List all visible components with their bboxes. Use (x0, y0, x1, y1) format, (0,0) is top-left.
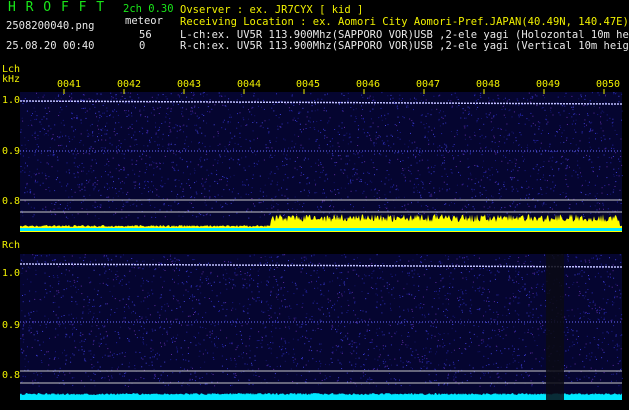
spectrogram (19, 89, 623, 400)
rch-ytick-0-9: 0.9 (2, 320, 21, 331)
lch-ytick-0-9: 0.9 (2, 146, 21, 157)
time-tick: 0047 (416, 79, 441, 90)
lch-ytick-0-8: 0.8 (2, 196, 21, 207)
time-tick: 0043 (177, 79, 202, 90)
rch-panel-baseline (20, 396, 622, 399)
time-tick: 0046 (356, 79, 381, 90)
time-tick: 0050 (596, 79, 621, 90)
time-tick: 0045 (296, 79, 321, 90)
time-tick: 0042 (117, 79, 142, 90)
rch-ytick-1-0: 1.0 (2, 268, 21, 279)
time-tick: 0044 (237, 79, 262, 90)
lch-ytick-1-0: 1.0 (2, 95, 21, 106)
time-tick: 0049 (536, 79, 561, 90)
lch-panel-background (20, 92, 622, 232)
lch-panel-baseline (20, 228, 622, 231)
rch-gap-band (546, 254, 564, 400)
time-tick: 0041 (57, 79, 82, 90)
rch-ytick-0-8: 0.8 (2, 370, 21, 381)
time-tick: 0048 (476, 79, 501, 90)
rch-panel-background (20, 254, 622, 400)
